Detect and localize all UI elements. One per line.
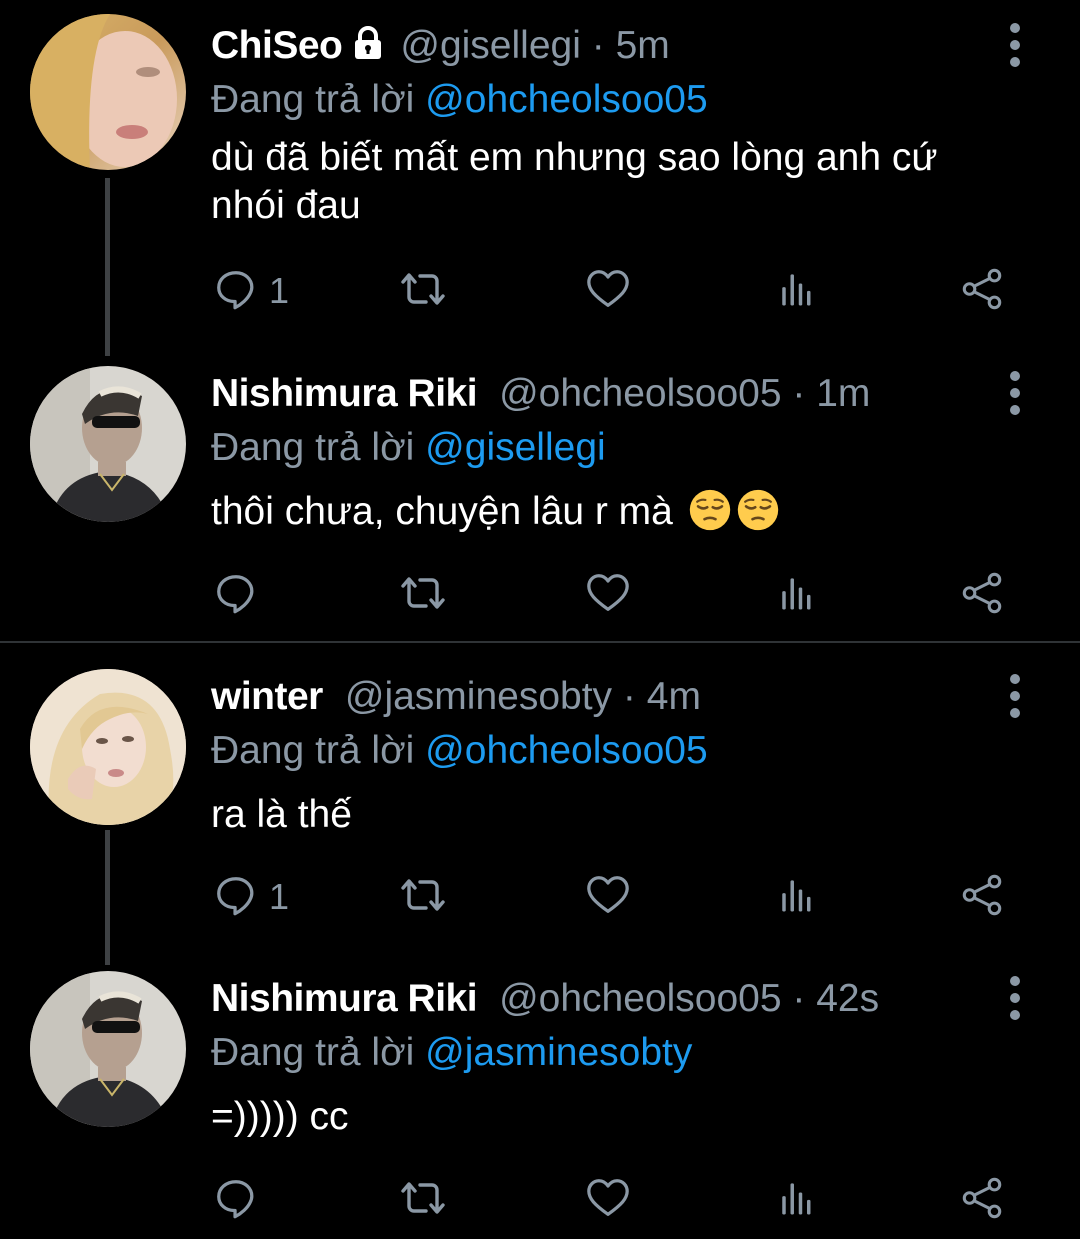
tweet[interactable]: ChiSeo @gisellegi · 5m Đang trả lời @ohch…	[0, 0, 1080, 340]
like-button[interactable]	[585, 1175, 631, 1225]
reply-button[interactable]: 1	[213, 872, 289, 922]
handle[interactable]: @ohcheolsoo05	[499, 977, 781, 1020]
views-icon	[774, 570, 818, 621]
mention-link[interactable]: @gisellegi	[425, 426, 606, 469]
reply-prefix: Đang trả lời	[211, 1031, 415, 1074]
reply-icon	[213, 570, 259, 621]
reply-icon	[213, 266, 259, 317]
like-icon	[585, 1175, 631, 1226]
reply-prefix: Đang trả lời	[211, 426, 415, 469]
views-button[interactable]	[774, 1175, 818, 1225]
display-name[interactable]: winter	[211, 675, 323, 718]
reply-button[interactable]	[213, 570, 259, 620]
separator: ·	[792, 977, 806, 1020]
display-name[interactable]: ChiSeo	[211, 24, 343, 67]
reply-icon	[213, 872, 259, 923]
pensive-face-icon	[736, 488, 780, 544]
retweet-icon	[397, 1174, 449, 1227]
retweet-button[interactable]	[397, 266, 449, 316]
like-button[interactable]	[585, 266, 631, 316]
tweet-text: ra là thế	[211, 793, 352, 836]
share-button[interactable]	[959, 1175, 1005, 1225]
share-icon	[959, 1175, 1005, 1226]
views-icon	[774, 872, 818, 923]
views-button[interactable]	[774, 266, 818, 316]
timestamp[interactable]: 4m	[647, 675, 701, 718]
tweet-text-row: thôi chưa, chuyện lâu r mà	[211, 488, 970, 544]
tweet-text: =))))) cc	[211, 1095, 349, 1138]
retweet-icon	[397, 265, 449, 318]
like-icon	[585, 570, 631, 621]
tweet-actions: 1	[211, 266, 1031, 316]
mention-link[interactable]: @ohcheolsoo05	[425, 729, 707, 772]
handle[interactable]: @gisellegi	[400, 24, 581, 67]
reply-context: Đang trả lời @jasminesobty	[211, 1027, 970, 1079]
reply-context: Đang trả lời @ohcheolsoo05	[211, 74, 970, 126]
retweet-icon	[397, 569, 449, 622]
reply-context: Đang trả lời @gisellegi	[211, 422, 970, 474]
handle[interactable]: @ohcheolsoo05	[499, 372, 781, 415]
avatar[interactable]	[30, 366, 186, 522]
more-icon[interactable]	[1000, 669, 1030, 723]
like-button[interactable]	[585, 570, 631, 620]
retweet-button[interactable]	[397, 872, 449, 922]
handle[interactable]: @jasminesobty	[345, 675, 612, 718]
timestamp[interactable]: 42s	[816, 977, 879, 1020]
tweet-actions	[211, 570, 1031, 620]
lock-icon	[350, 21, 386, 77]
share-icon	[959, 266, 1005, 317]
avatar[interactable]	[30, 971, 186, 1127]
share-button[interactable]	[959, 266, 1005, 316]
mention-link[interactable]: @jasminesobty	[425, 1031, 692, 1074]
like-icon	[585, 266, 631, 317]
like-button[interactable]	[585, 872, 631, 922]
divider	[0, 641, 1080, 643]
tweet-header: winter @jasminesobty · 4m	[211, 669, 970, 725]
reply-count: 1	[269, 270, 290, 311]
more-icon[interactable]	[1000, 18, 1030, 72]
tweet-text: dù đã biết mất em nhưng sao lòng anh cứ …	[211, 136, 938, 227]
reply-icon	[213, 1175, 259, 1226]
display-name[interactable]: Nishimura Riki	[211, 372, 478, 415]
separator: ·	[622, 675, 636, 718]
tweet-actions	[211, 1175, 1031, 1225]
share-button[interactable]	[959, 872, 1005, 922]
views-icon	[774, 1175, 818, 1226]
share-icon	[959, 872, 1005, 923]
reply-button[interactable]: 1	[213, 266, 289, 316]
reply-button[interactable]	[213, 1175, 259, 1225]
avatar[interactable]	[30, 669, 186, 825]
avatar[interactable]	[30, 14, 186, 170]
views-button[interactable]	[774, 872, 818, 922]
tweet-header: ChiSeo @gisellegi · 5m	[211, 18, 970, 74]
reply-prefix: Đang trả lời	[211, 729, 415, 772]
like-icon	[585, 872, 631, 923]
mention-link[interactable]: @ohcheolsoo05	[425, 78, 707, 121]
tweet-actions: 1	[211, 872, 1031, 922]
reply-count: 1	[269, 876, 290, 917]
retweet-button[interactable]	[397, 1175, 449, 1225]
separator: ·	[792, 372, 806, 415]
timestamp[interactable]: 5m	[616, 24, 670, 67]
views-button[interactable]	[774, 570, 818, 620]
separator: ·	[591, 24, 605, 67]
tweet-header: Nishimura Riki @ohcheolsoo05 · 42s	[211, 971, 970, 1027]
more-icon[interactable]	[1000, 971, 1030, 1025]
timestamp[interactable]: 1m	[816, 372, 870, 415]
display-name[interactable]: Nishimura Riki	[211, 977, 478, 1020]
pensive-face-icon	[688, 488, 732, 544]
share-icon	[959, 570, 1005, 621]
reply-prefix: Đang trả lời	[211, 78, 415, 121]
views-icon	[774, 266, 818, 317]
tweet[interactable]: Nishimura Riki @ohcheolsoo05 · 42s Đang t…	[0, 955, 1080, 1239]
tweet[interactable]: Nishimura Riki @ohcheolsoo05 · 1m Đang tr…	[0, 350, 1080, 640]
tweet[interactable]: winter @jasminesobty · 4m Đang trả lời @o…	[0, 655, 1080, 955]
retweet-button[interactable]	[397, 570, 449, 620]
tweet-text: thôi chưa, chuyện lâu r mà	[211, 490, 673, 533]
retweet-icon	[397, 871, 449, 924]
more-icon[interactable]	[1000, 366, 1030, 420]
tweet-header: Nishimura Riki @ohcheolsoo05 · 1m	[211, 366, 970, 422]
share-button[interactable]	[959, 570, 1005, 620]
reply-context: Đang trả lời @ohcheolsoo05	[211, 725, 970, 777]
